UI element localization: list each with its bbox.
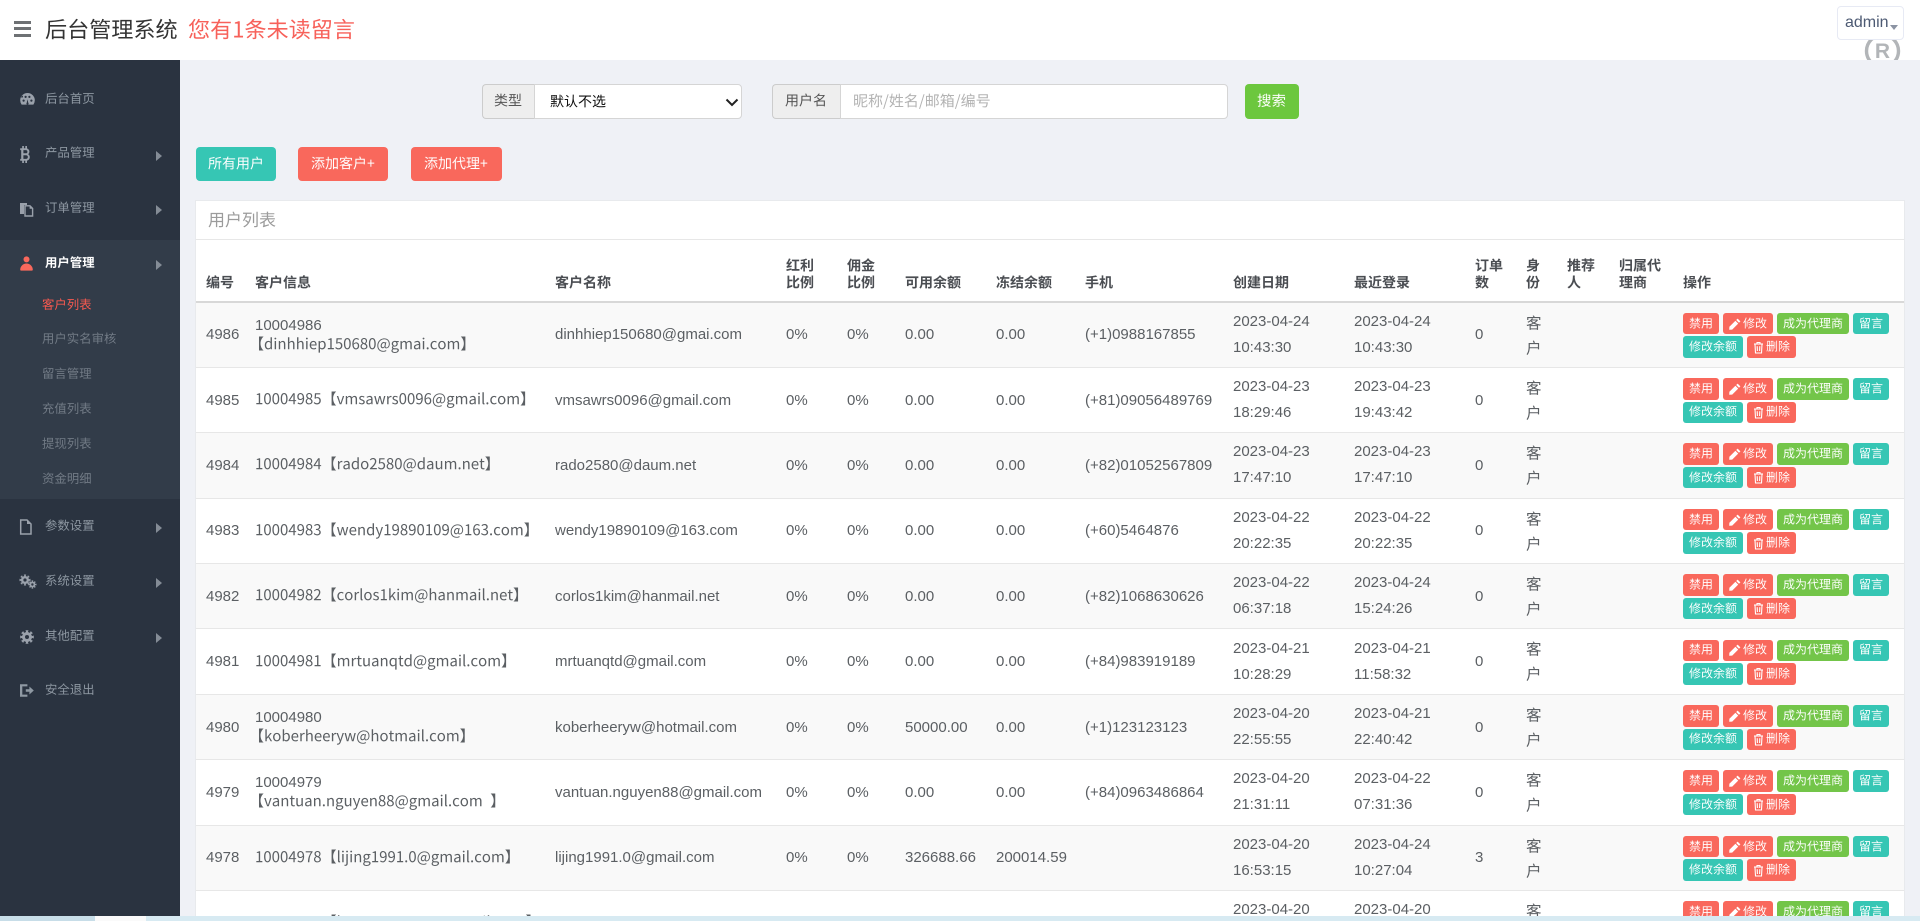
svg-text:R: R <box>1875 40 1890 60</box>
